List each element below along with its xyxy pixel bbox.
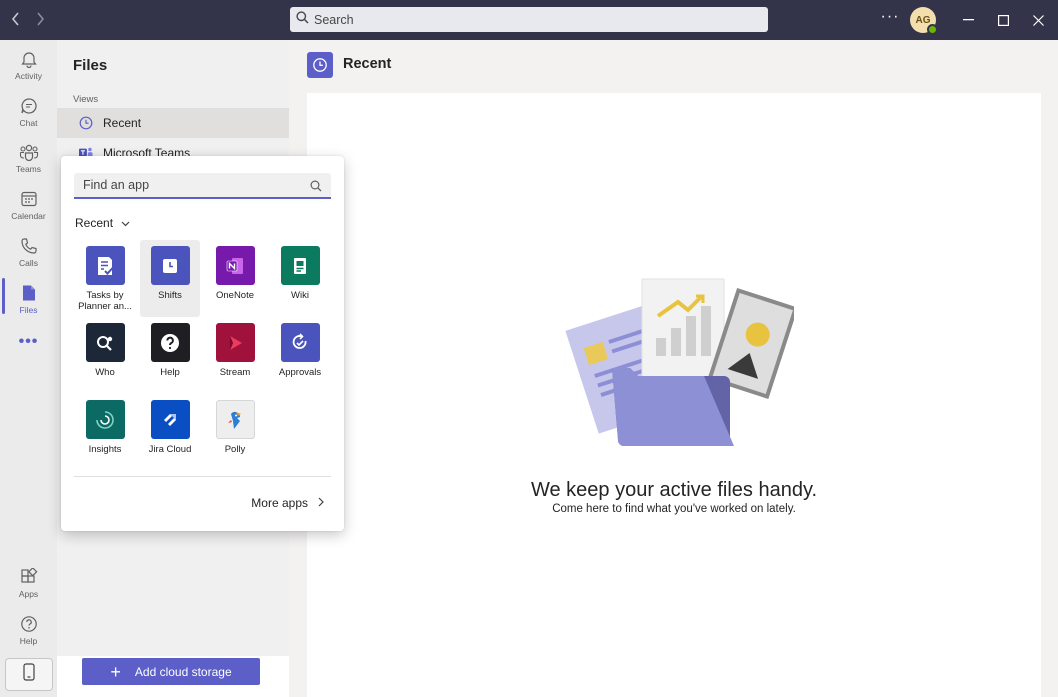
calendar-icon <box>18 188 40 210</box>
rail-item-help[interactable]: Help <box>0 613 57 657</box>
page-title: Recent <box>343 56 392 72</box>
clock-icon <box>79 116 93 130</box>
app-tile-shifts[interactable]: Shifts <box>140 240 200 317</box>
app-label: Stream <box>219 367 251 378</box>
more-apps-link[interactable]: More apps <box>251 496 324 510</box>
chat-icon <box>18 95 40 117</box>
view-item-label: Recent <box>103 116 142 130</box>
avatar-initials: AG <box>915 14 931 26</box>
find-app-input[interactable] <box>83 178 298 192</box>
onenote-icon <box>215 246 255 285</box>
search-icon[interactable] <box>310 179 322 197</box>
view-item-recent[interactable]: Recent <box>57 108 289 138</box>
rail-label: Activity <box>15 71 42 81</box>
approvals-icon <box>280 323 320 362</box>
app-tile-polly[interactable]: Polly <box>205 394 265 471</box>
insights-icon <box>85 400 125 439</box>
more-apps-rail-button[interactable]: ••• <box>0 333 57 351</box>
search-icon <box>296 10 309 29</box>
rail-item-activity[interactable]: Activity <box>0 48 57 92</box>
app-label: OneNote <box>215 290 255 301</box>
search-label: Search <box>314 12 354 27</box>
rail-item-files[interactable]: Files <box>0 282 57 326</box>
files-illustration <box>554 276 798 453</box>
main-content-area: We keep your active files handy. Come he… <box>307 93 1041 697</box>
rail-item-teams[interactable]: Teams <box>0 141 57 185</box>
phone-icon <box>18 235 40 257</box>
rail-label: Help <box>19 636 38 646</box>
app-tile-onenote[interactable]: OneNote <box>205 240 265 317</box>
divider <box>74 476 331 477</box>
plus-icon: + <box>110 661 121 682</box>
app-label: Shifts <box>158 290 182 301</box>
help-icon <box>18 613 40 635</box>
chevron-right-icon <box>318 496 324 510</box>
tasks-icon <box>85 246 125 285</box>
find-app-search[interactable] <box>74 173 331 199</box>
rail-item-apps[interactable]: Apps <box>0 566 57 610</box>
back-arrow-icon[interactable] <box>6 10 26 30</box>
rail-label: Calls <box>19 258 38 268</box>
mobile-device-button[interactable] <box>5 658 53 691</box>
rail-label: Teams <box>15 164 42 174</box>
app-label: Insights <box>88 444 122 455</box>
rail-label: Files <box>19 305 38 315</box>
empty-state-title: We keep your active files handy. <box>530 479 818 501</box>
apps-icon <box>18 566 40 588</box>
teams-icon <box>18 141 40 163</box>
help-app-icon <box>150 323 190 362</box>
presence-status-icon <box>927 24 938 35</box>
app-picker-flyout: Recent Tasks by Planner an... Shifts One… <box>61 156 344 531</box>
app-tile-stream[interactable]: Stream <box>205 317 265 394</box>
app-tile-tasks[interactable]: Tasks by Planner an... <box>75 240 135 317</box>
app-tile-insights[interactable]: Insights <box>75 394 135 471</box>
avatar[interactable]: AG <box>910 7 938 35</box>
more-apps-label: More apps <box>251 496 308 510</box>
rail-label: Calendar <box>11 211 46 221</box>
rail-label: Chat <box>19 118 38 128</box>
maximize-icon[interactable] <box>993 10 1013 30</box>
app-label: Help <box>160 367 180 378</box>
rail-item-calendar[interactable]: Calendar <box>0 188 57 232</box>
polly-parrot-icon <box>215 400 255 439</box>
app-tile-who[interactable]: Who <box>75 317 135 394</box>
app-tile-wiki[interactable]: Wiki <box>270 240 330 317</box>
who-icon <box>85 323 125 362</box>
rail-item-calls[interactable]: Calls <box>0 235 57 279</box>
recent-section-toggle[interactable]: Recent <box>75 216 130 230</box>
rail-label: Apps <box>18 589 39 599</box>
wiki-icon <box>280 246 320 285</box>
file-icon <box>18 282 40 304</box>
bell-icon <box>18 48 40 70</box>
app-tile-jira-cloud[interactable]: Jira Cloud <box>140 394 200 471</box>
add-cloud-storage-button[interactable]: + Add cloud storage <box>82 658 260 685</box>
add-cloud-storage-label: Add cloud storage <box>134 664 232 679</box>
more-options-button[interactable]: ··· <box>880 8 900 30</box>
app-tile-help[interactable]: Help <box>140 317 200 394</box>
global-search-box[interactable]: Search <box>290 7 768 32</box>
app-label: Jira Cloud <box>148 444 192 455</box>
app-label: Polly <box>224 444 246 455</box>
forward-arrow-icon[interactable] <box>30 10 50 30</box>
phone-device-icon <box>23 663 35 686</box>
minimize-icon[interactable] <box>958 10 978 30</box>
rail-item-chat[interactable]: Chat <box>0 95 57 139</box>
stream-icon <box>215 323 255 362</box>
app-label: Approvals <box>278 367 322 378</box>
views-section-label: Views <box>73 94 99 105</box>
chevron-down-icon <box>121 216 130 230</box>
app-label: Wiki <box>291 290 309 301</box>
title-bar: Search ··· AG <box>0 0 1058 40</box>
close-icon[interactable] <box>1028 10 1048 30</box>
app-label: Who <box>95 367 115 378</box>
shifts-icon <box>150 246 190 285</box>
app-rail: Activity Chat Teams Calendar Calls Files… <box>0 40 57 697</box>
app-label: Tasks by Planner an... <box>78 290 132 312</box>
empty-state-subtitle: Come here to find what you've worked on … <box>552 503 796 515</box>
panel-title: Files <box>73 57 108 74</box>
recent-header-clock-icon <box>307 52 333 78</box>
recent-section-label: Recent <box>75 216 114 230</box>
jira-icon <box>150 400 190 439</box>
app-tile-approvals[interactable]: Approvals <box>270 317 330 394</box>
